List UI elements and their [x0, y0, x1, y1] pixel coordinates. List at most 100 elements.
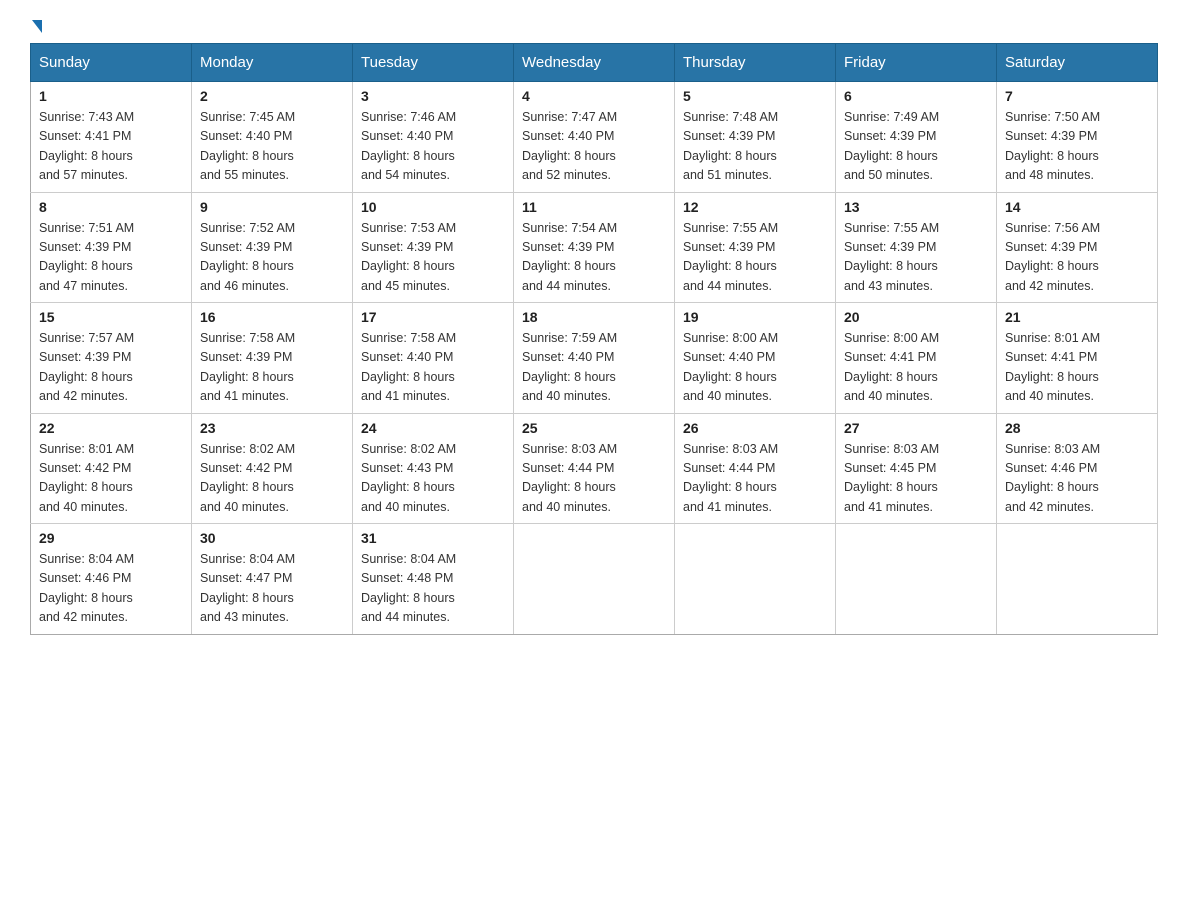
calendar-cell: 4Sunrise: 7:47 AMSunset: 4:40 PMDaylight…	[514, 82, 675, 193]
week-row-1: 1Sunrise: 7:43 AMSunset: 4:41 PMDaylight…	[31, 82, 1158, 193]
day-info: Sunrise: 8:03 AMSunset: 4:46 PMDaylight:…	[1005, 440, 1149, 518]
day-info: Sunrise: 8:02 AMSunset: 4:42 PMDaylight:…	[200, 440, 344, 518]
day-number: 4	[522, 88, 666, 104]
calendar-cell	[997, 524, 1158, 635]
col-header-friday: Friday	[836, 44, 997, 82]
day-number: 10	[361, 199, 505, 215]
calendar-cell: 15Sunrise: 7:57 AMSunset: 4:39 PMDayligh…	[31, 303, 192, 414]
calendar-cell: 25Sunrise: 8:03 AMSunset: 4:44 PMDayligh…	[514, 413, 675, 524]
day-info: Sunrise: 7:45 AMSunset: 4:40 PMDaylight:…	[200, 108, 344, 186]
col-header-monday: Monday	[192, 44, 353, 82]
day-info: Sunrise: 8:00 AMSunset: 4:41 PMDaylight:…	[844, 329, 988, 407]
day-number: 27	[844, 420, 988, 436]
day-info: Sunrise: 8:00 AMSunset: 4:40 PMDaylight:…	[683, 329, 827, 407]
day-info: Sunrise: 8:02 AMSunset: 4:43 PMDaylight:…	[361, 440, 505, 518]
day-info: Sunrise: 7:53 AMSunset: 4:39 PMDaylight:…	[361, 219, 505, 297]
calendar-cell: 12 Sunrise: 7:55 AMSunset: 4:39 PMDayligh…	[675, 192, 836, 303]
calendar-table: SundayMondayTuesdayWednesdayThursdayFrid…	[30, 43, 1158, 635]
col-header-tuesday: Tuesday	[353, 44, 514, 82]
week-row-2: 8 Sunrise: 7:51 AMSunset: 4:39 PMDaylight…	[31, 192, 1158, 303]
calendar-cell: 7 Sunrise: 7:50 AMSunset: 4:39 PMDaylight…	[997, 82, 1158, 193]
day-number: 23	[200, 420, 344, 436]
day-number: 5	[683, 88, 827, 104]
calendar-cell: 11 Sunrise: 7:54 AMSunset: 4:39 PMDayligh…	[514, 192, 675, 303]
week-row-5: 29 Sunrise: 8:04 AMSunset: 4:46 PMDayligh…	[31, 524, 1158, 635]
calendar-cell: 20 Sunrise: 8:00 AMSunset: 4:41 PMDayligh…	[836, 303, 997, 414]
calendar-cell: 2 Sunrise: 7:45 AMSunset: 4:40 PMDaylight…	[192, 82, 353, 193]
day-info: Sunrise: 7:54 AMSunset: 4:39 PMDaylight:…	[522, 219, 666, 297]
day-info: Sunrise: 8:04 AMSunset: 4:46 PMDaylight:…	[39, 550, 183, 628]
day-number: 30	[200, 530, 344, 546]
calendar-cell: 21 Sunrise: 8:01 AMSunset: 4:41 PMDayligh…	[997, 303, 1158, 414]
day-number: 22	[39, 420, 183, 436]
day-info: Sunrise: 7:46 AMSunset: 4:40 PMDaylight:…	[361, 108, 505, 186]
day-info: Sunrise: 7:48 AMSunset: 4:39 PMDaylight:…	[683, 108, 827, 186]
day-number: 24	[361, 420, 505, 436]
day-number: 19	[683, 309, 827, 325]
calendar-cell: 3 Sunrise: 7:46 AMSunset: 4:40 PMDaylight…	[353, 82, 514, 193]
day-number: 20	[844, 309, 988, 325]
day-info: Sunrise: 8:04 AMSunset: 4:48 PMDaylight:…	[361, 550, 505, 628]
calendar-cell: 10 Sunrise: 7:53 AMSunset: 4:39 PMDayligh…	[353, 192, 514, 303]
day-info: Sunrise: 7:50 AMSunset: 4:39 PMDaylight:…	[1005, 108, 1149, 186]
day-number: 14	[1005, 199, 1149, 215]
calendar-cell: 16Sunrise: 7:58 AMSunset: 4:39 PMDayligh…	[192, 303, 353, 414]
day-number: 29	[39, 530, 183, 546]
week-row-4: 22 Sunrise: 8:01 AMSunset: 4:42 PMDayligh…	[31, 413, 1158, 524]
calendar-cell: 13 Sunrise: 7:55 AMSunset: 4:39 PMDayligh…	[836, 192, 997, 303]
day-info: Sunrise: 7:58 AMSunset: 4:39 PMDaylight:…	[200, 329, 344, 407]
day-info: Sunrise: 7:56 AMSunset: 4:39 PMDaylight:…	[1005, 219, 1149, 297]
calendar-cell	[514, 524, 675, 635]
day-info: Sunrise: 7:55 AMSunset: 4:39 PMDaylight:…	[683, 219, 827, 297]
calendar-cell: 19 Sunrise: 8:00 AMSunset: 4:40 PMDayligh…	[675, 303, 836, 414]
day-number: 9	[200, 199, 344, 215]
day-number: 17	[361, 309, 505, 325]
day-number: 11	[522, 199, 666, 215]
day-info: Sunrise: 8:03 AMSunset: 4:45 PMDaylight:…	[844, 440, 988, 518]
calendar-cell: 22 Sunrise: 8:01 AMSunset: 4:42 PMDayligh…	[31, 413, 192, 524]
day-number: 18	[522, 309, 666, 325]
day-number: 28	[1005, 420, 1149, 436]
col-header-thursday: Thursday	[675, 44, 836, 82]
logo	[30, 20, 42, 27]
calendar-cell: 29 Sunrise: 8:04 AMSunset: 4:46 PMDayligh…	[31, 524, 192, 635]
day-number: 21	[1005, 309, 1149, 325]
calendar-cell: 1Sunrise: 7:43 AMSunset: 4:41 PMDaylight…	[31, 82, 192, 193]
day-number: 12	[683, 199, 827, 215]
day-info: Sunrise: 7:57 AMSunset: 4:39 PMDaylight:…	[39, 329, 183, 407]
calendar-cell: 27 Sunrise: 8:03 AMSunset: 4:45 PMDayligh…	[836, 413, 997, 524]
col-header-wednesday: Wednesday	[514, 44, 675, 82]
day-info: Sunrise: 7:59 AMSunset: 4:40 PMDaylight:…	[522, 329, 666, 407]
calendar-cell: 23 Sunrise: 8:02 AMSunset: 4:42 PMDayligh…	[192, 413, 353, 524]
calendar-cell: 28 Sunrise: 8:03 AMSunset: 4:46 PMDayligh…	[997, 413, 1158, 524]
day-number: 26	[683, 420, 827, 436]
calendar-cell: 6 Sunrise: 7:49 AMSunset: 4:39 PMDaylight…	[836, 82, 997, 193]
day-number: 2	[200, 88, 344, 104]
calendar-header-row: SundayMondayTuesdayWednesdayThursdayFrid…	[31, 44, 1158, 82]
day-info: Sunrise: 7:49 AMSunset: 4:39 PMDaylight:…	[844, 108, 988, 186]
day-info: Sunrise: 8:01 AMSunset: 4:41 PMDaylight:…	[1005, 329, 1149, 407]
day-number: 8	[39, 199, 183, 215]
day-info: Sunrise: 8:01 AMSunset: 4:42 PMDaylight:…	[39, 440, 183, 518]
calendar-cell: 24 Sunrise: 8:02 AMSunset: 4:43 PMDayligh…	[353, 413, 514, 524]
col-header-sunday: Sunday	[31, 44, 192, 82]
calendar-cell: 31 Sunrise: 8:04 AMSunset: 4:48 PMDayligh…	[353, 524, 514, 635]
page-header	[30, 20, 1158, 27]
day-number: 7	[1005, 88, 1149, 104]
day-info: Sunrise: 7:51 AMSunset: 4:39 PMDaylight:…	[39, 219, 183, 297]
calendar-cell: 18 Sunrise: 7:59 AMSunset: 4:40 PMDayligh…	[514, 303, 675, 414]
calendar-cell: 17Sunrise: 7:58 AMSunset: 4:40 PMDayligh…	[353, 303, 514, 414]
calendar-cell: 30Sunrise: 8:04 AMSunset: 4:47 PMDayligh…	[192, 524, 353, 635]
calendar-cell: 26Sunrise: 8:03 AMSunset: 4:44 PMDayligh…	[675, 413, 836, 524]
calendar-cell: 9 Sunrise: 7:52 AMSunset: 4:39 PMDaylight…	[192, 192, 353, 303]
calendar-cell: 5 Sunrise: 7:48 AMSunset: 4:39 PMDaylight…	[675, 82, 836, 193]
day-number: 3	[361, 88, 505, 104]
day-number: 31	[361, 530, 505, 546]
day-number: 13	[844, 199, 988, 215]
day-number: 6	[844, 88, 988, 104]
day-number: 25	[522, 420, 666, 436]
day-info: Sunrise: 7:55 AMSunset: 4:39 PMDaylight:…	[844, 219, 988, 297]
logo-arrow-icon	[32, 20, 42, 33]
week-row-3: 15Sunrise: 7:57 AMSunset: 4:39 PMDayligh…	[31, 303, 1158, 414]
day-info: Sunrise: 7:52 AMSunset: 4:39 PMDaylight:…	[200, 219, 344, 297]
